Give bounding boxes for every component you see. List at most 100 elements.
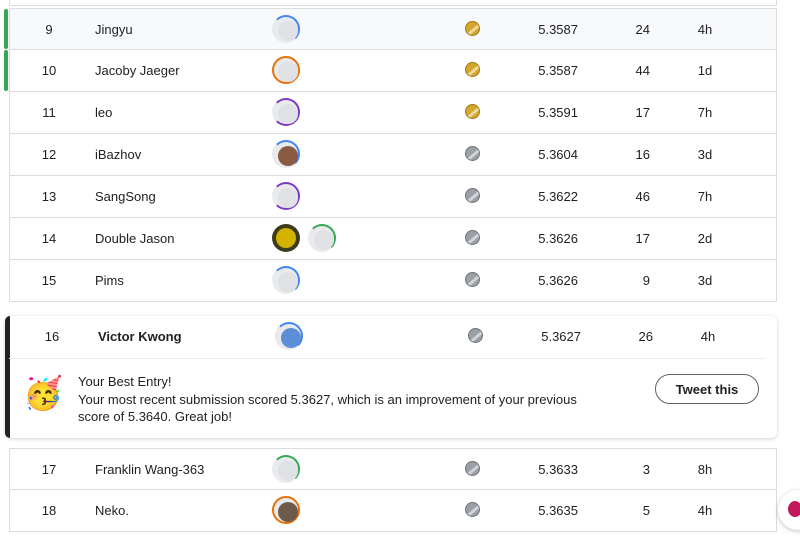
previous-row-edge [9,0,777,6]
entries-cell: 17 [635,105,650,120]
medal-icon [465,461,480,476]
rank-change-indicator [4,50,8,91]
table-row[interactable]: 16 Victor Kwong 5.3627 26 4h [9,316,765,359]
floating-action-button[interactable] [778,490,800,530]
team-members [272,266,300,294]
table-row[interactable]: 9 Jingyu 5.3587 24 4h [4,8,777,50]
team-name[interactable]: Jacoby Jaeger [95,63,180,78]
avatar[interactable] [275,322,303,350]
score-cell: 5.3633 [538,462,578,477]
rank-cell: 16 [44,329,60,344]
rank-cell: 14 [41,231,57,246]
medal-icon [468,328,483,343]
rank-cell: 18 [41,503,57,518]
medal-icon [465,21,480,36]
avatar[interactable] [272,266,300,294]
rank-change-indicator [4,9,8,49]
score-cell: 5.3626 [538,231,578,246]
avatar[interactable] [272,15,300,43]
team-members [272,56,300,84]
medal-icon [465,146,480,161]
rank-cell: 13 [41,189,57,204]
current-user-card: 16 Victor Kwong 5.3627 26 4h 🥳 Your Best… [5,316,777,438]
team-members [272,140,300,168]
medal-icon [465,272,480,287]
team-name[interactable]: SangSong [95,189,156,204]
score-cell: 5.3604 [538,147,578,162]
rank-cell: 15 [41,273,57,288]
entries-cell: 24 [635,22,650,37]
leaderboard-rows-bottom: 17 Franklin Wang-363 5.3633 3 8h 18 Neko… [9,448,777,532]
party-face-icon: 🥳 [23,375,63,411]
table-row[interactable]: 10 Jacoby Jaeger 5.3587 44 1d [4,50,777,92]
entries-cell: 17 [635,231,650,246]
avatar[interactable] [272,140,300,168]
score-cell: 5.3635 [538,503,578,518]
avatar[interactable] [272,496,300,524]
last-submission-cell: 4h [697,503,713,518]
last-submission-cell: 8h [697,462,713,477]
score-cell: 5.3627 [541,329,581,344]
avatar[interactable] [272,98,300,126]
team-members [272,224,336,252]
team-name[interactable]: Neko. [95,503,129,518]
table-row[interactable]: 11 leo 5.3591 17 7h [9,92,777,134]
avatar[interactable] [308,224,336,252]
last-submission-cell: 4h [700,329,716,344]
last-submission-cell: 1d [697,63,713,78]
medal-icon [465,62,480,77]
table-row[interactable]: 13 SangSong 5.3622 46 7h [9,176,777,218]
team-name[interactable]: Pims [95,273,124,288]
avatar[interactable] [272,224,300,252]
team-name[interactable]: Franklin Wang-363 [95,462,204,477]
entries-cell: 3 [642,462,650,477]
team-name[interactable]: leo [95,105,112,120]
team-members [272,15,300,43]
entries-cell: 26 [638,329,653,344]
table-row[interactable]: 17 Franklin Wang-363 5.3633 3 8h [9,448,777,490]
team-name[interactable]: Jingyu [95,22,133,37]
table-row[interactable]: 12 iBazhov 5.3604 16 3d [9,134,777,176]
tweet-button[interactable]: Tweet this [655,374,759,404]
table-row[interactable]: 18 Neko. 5.3635 5 4h [9,490,777,532]
medal-icon [465,230,480,245]
team-members [272,496,300,524]
rank-cell: 11 [42,105,56,120]
medal-icon [465,104,480,119]
last-submission-cell: 4h [697,22,713,37]
avatar[interactable] [272,455,300,483]
team-members [272,98,300,126]
medal-icon [465,188,480,203]
rank-cell: 10 [41,63,57,78]
team-name[interactable]: iBazhov [95,147,141,162]
entries-cell: 44 [635,63,650,78]
score-cell: 5.3626 [538,273,578,288]
leaderboard-rows-top: 9 Jingyu 5.3587 24 4h 10 Jacoby Jaeger 5… [4,8,777,302]
helper-icon [788,501,800,517]
last-submission-cell: 7h [697,105,713,120]
score-cell: 5.3587 [538,63,578,78]
table-row[interactable]: 14 Double Jason 5.3626 17 2d [9,218,777,260]
score-cell: 5.3591 [538,105,578,120]
team-members [272,455,300,483]
team-name[interactable]: Victor Kwong [98,329,182,344]
last-submission-cell: 7h [697,189,713,204]
rank-cell: 9 [45,22,53,37]
avatar[interactable] [272,56,300,84]
message-body: Your most recent submission scored 5.362… [78,392,577,424]
team-members [275,322,303,350]
score-cell: 5.3587 [538,22,578,37]
team-name[interactable]: Double Jason [95,231,175,246]
entries-cell: 46 [635,189,650,204]
last-submission-cell: 3d [697,273,713,288]
avatar[interactable] [272,182,300,210]
last-submission-cell: 3d [697,147,713,162]
medal-icon [465,502,480,517]
score-cell: 5.3622 [538,189,578,204]
message-title: Your Best Entry! [78,374,172,389]
rank-cell: 17 [41,462,57,477]
entries-cell: 5 [642,503,650,518]
team-members [272,182,300,210]
rank-cell: 12 [41,147,57,162]
table-row[interactable]: 15 Pims 5.3626 9 3d [9,260,777,302]
